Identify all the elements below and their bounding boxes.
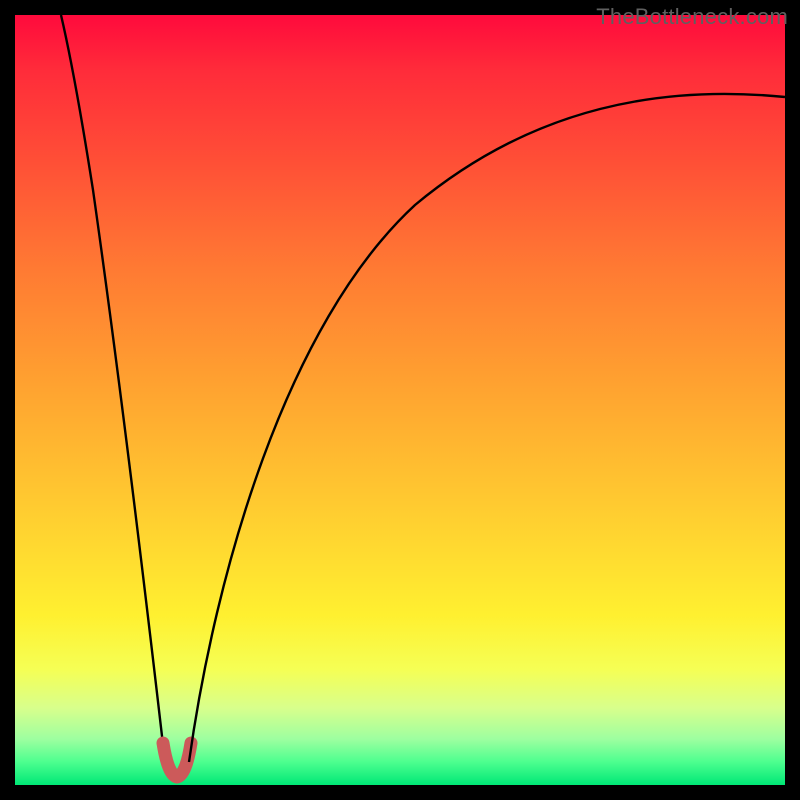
curve-right — [189, 94, 785, 762]
plot-area — [15, 15, 785, 785]
curve-layer — [15, 15, 785, 785]
curve-left — [61, 15, 165, 762]
watermark-text: TheBottleneck.com — [596, 4, 788, 30]
dip-marker — [163, 743, 191, 777]
chart-frame: TheBottleneck.com — [0, 0, 800, 800]
